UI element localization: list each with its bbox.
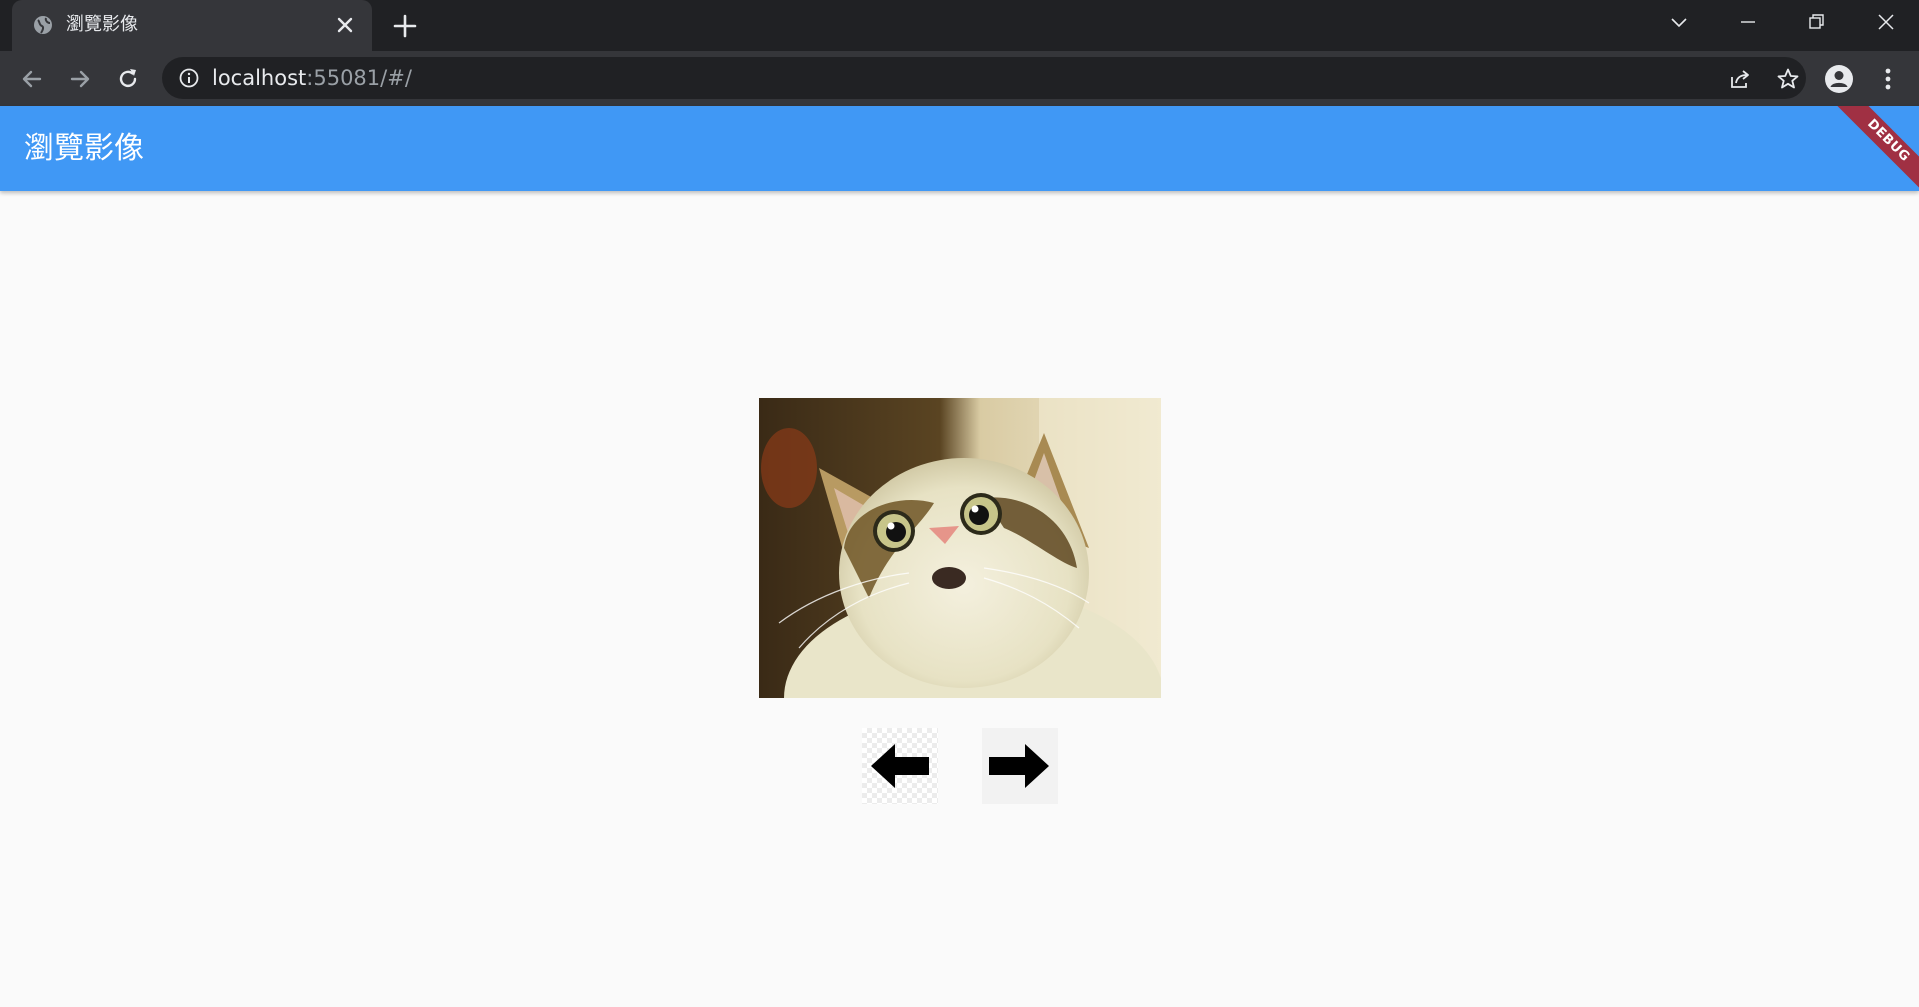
tab-title: 瀏覽影像 [66,14,138,35]
close-icon [1878,14,1894,30]
close-icon[interactable] [334,14,356,36]
url-host: localhost [212,66,307,90]
url-text[interactable]: localhost:55081/#/ [212,65,412,91]
cat-photo [759,398,1161,698]
restore-button[interactable] [1788,0,1844,44]
share-icon[interactable] [1728,67,1752,91]
minimize-button[interactable] [1720,0,1776,44]
debug-banner: DEBUG [1827,106,1919,191]
page-title: 瀏覽影像 [24,131,144,166]
previous-image-button[interactable] [862,728,938,804]
app-bar: 瀏覽影像 DEBUG [0,106,1919,191]
new-tab-icon[interactable] [392,13,418,39]
back-arrow-icon[interactable] [18,65,46,93]
address-bar[interactable]: localhost:55081/#/ [162,57,1806,99]
arrow-left-icon [871,744,929,788]
window-close-button[interactable] [1858,0,1914,44]
reload-icon[interactable] [114,65,142,93]
next-image-button[interactable] [982,728,1058,804]
browser-tab[interactable]: 瀏覽影像 [12,0,372,51]
star-icon[interactable] [1776,67,1800,91]
globe-icon [34,16,52,34]
tab-search-button[interactable] [1651,0,1707,44]
profile-avatar-icon[interactable] [1824,64,1854,94]
browser-toolbar: localhost:55081/#/ [0,51,1919,106]
restore-icon [1809,14,1824,29]
minimize-icon [1741,21,1755,23]
kebab-menu-icon[interactable] [1874,65,1902,93]
chevron-down-icon [1671,18,1687,28]
arrow-right-icon [989,744,1049,788]
url-path: :55081/#/ [306,66,412,90]
browser-tabstrip: 瀏覽影像 [0,0,1919,51]
info-icon[interactable] [178,67,200,89]
forward-arrow-icon[interactable] [66,65,94,93]
